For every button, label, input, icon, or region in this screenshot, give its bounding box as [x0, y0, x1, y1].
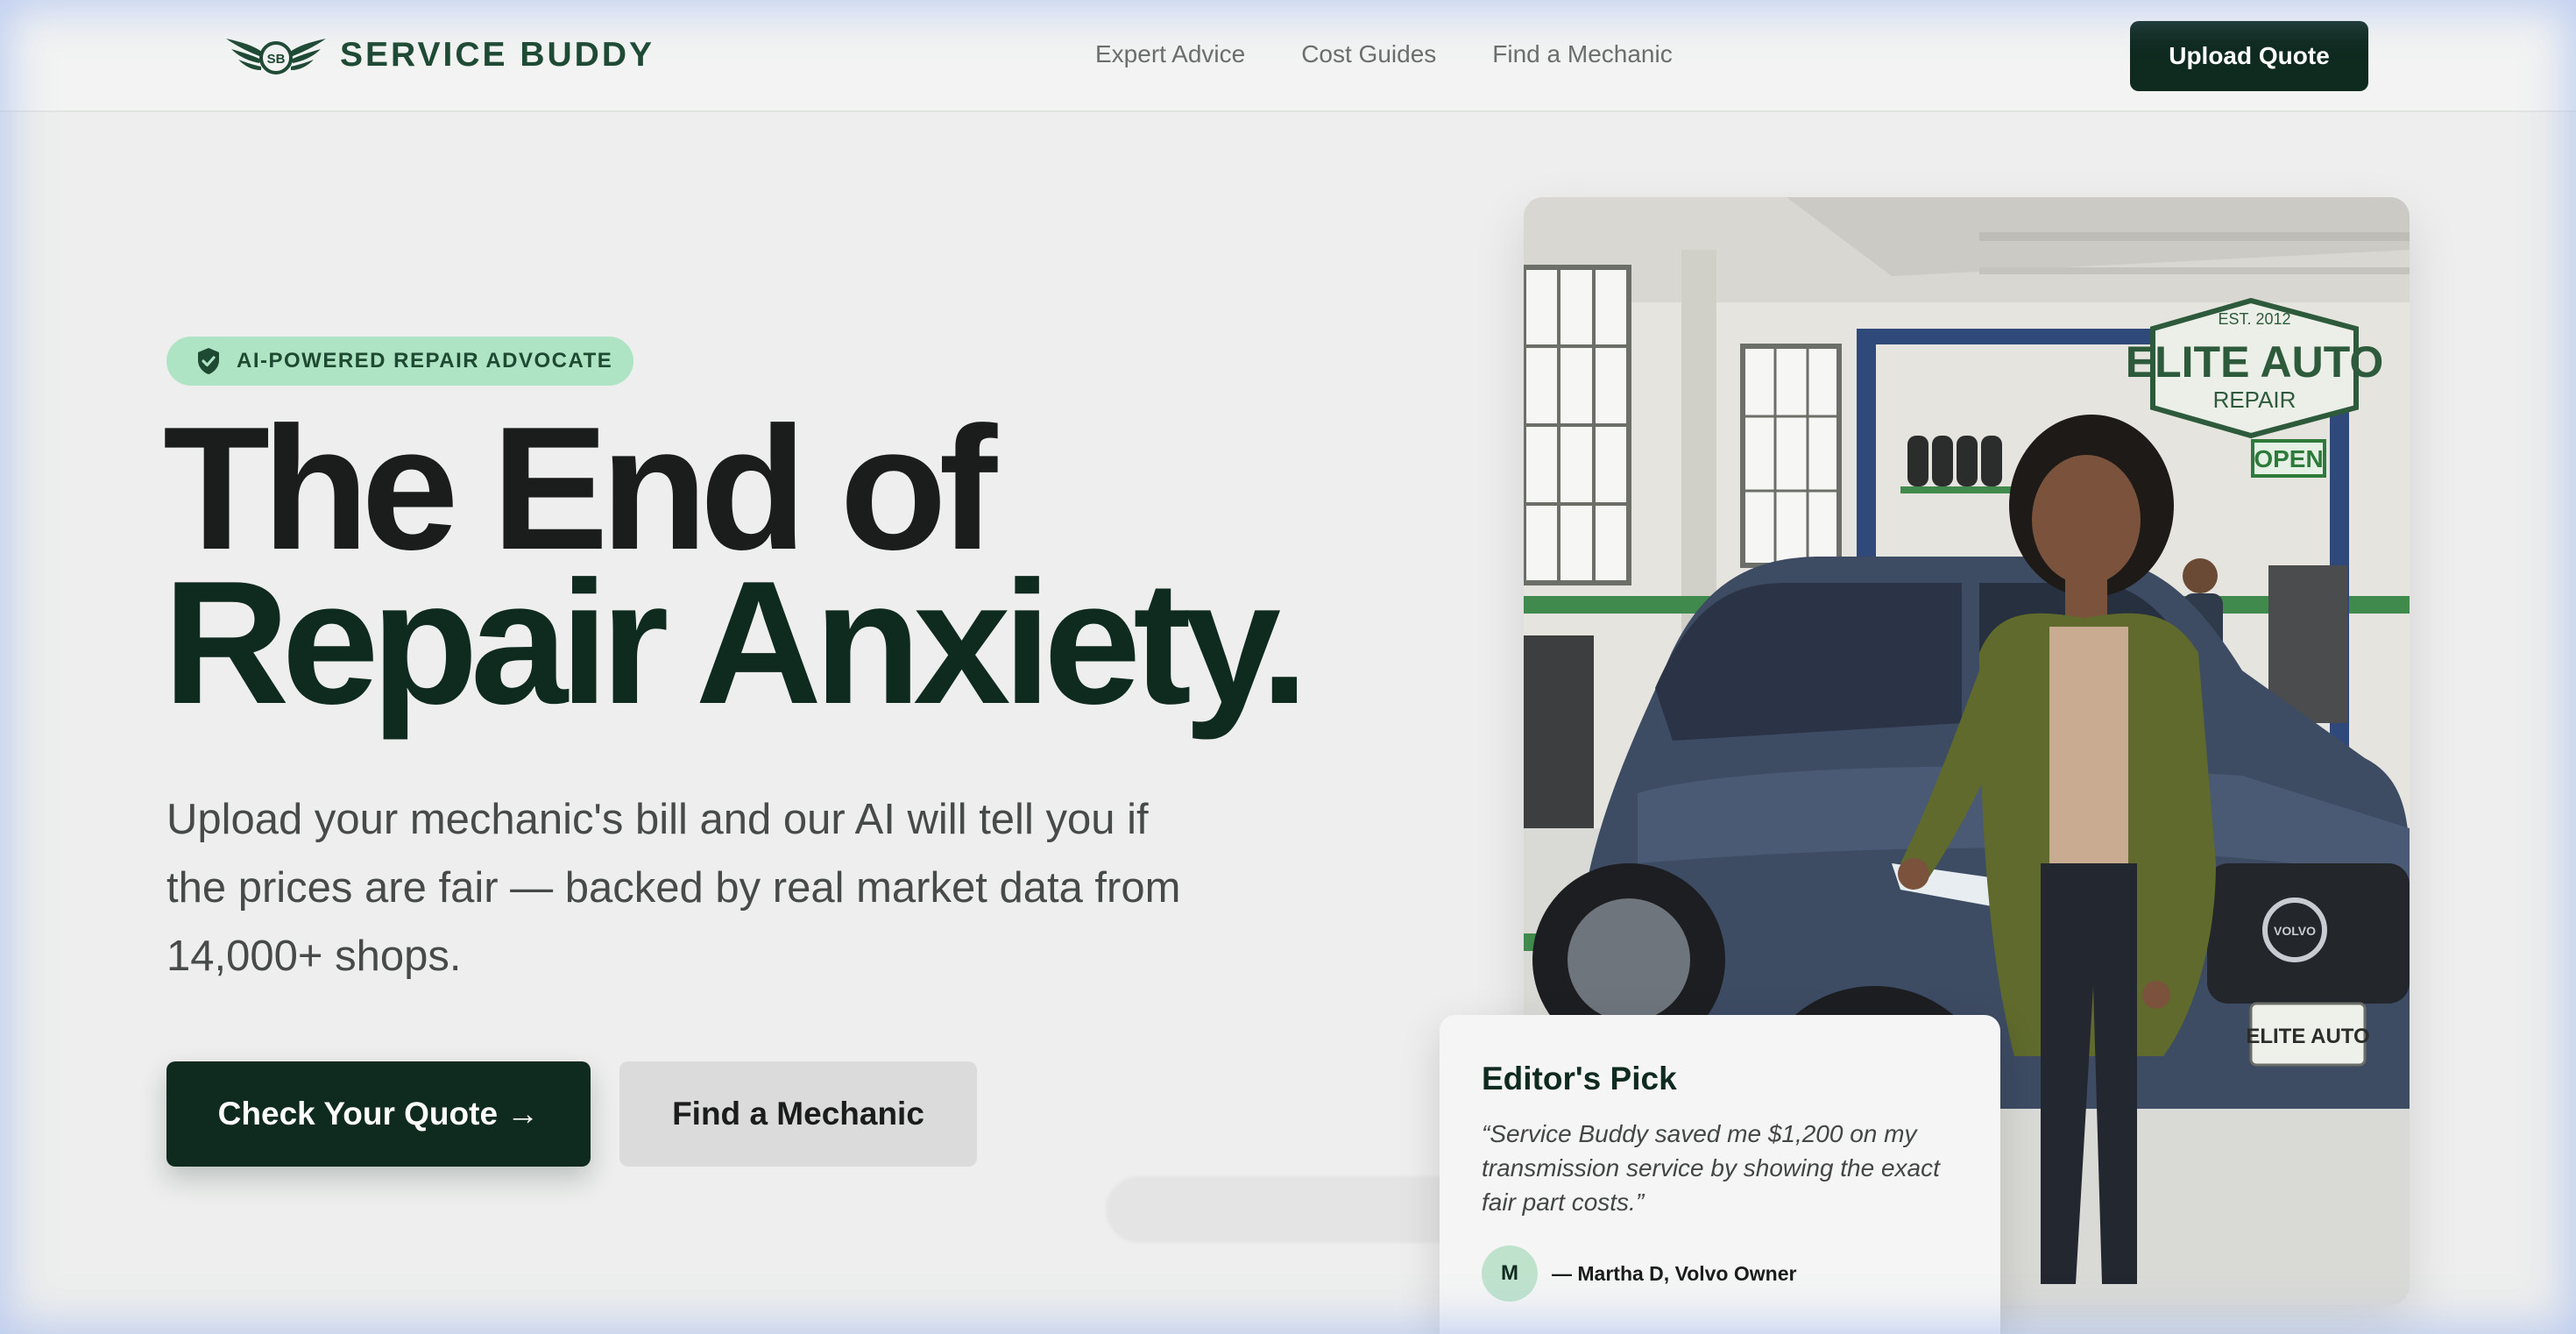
svg-text:OPEN: OPEN [2254, 445, 2323, 472]
avatar: M [1482, 1245, 1538, 1302]
nav-link-find-mechanic[interactable]: Find a Mechanic [1492, 40, 1672, 68]
editors-pick-card: Editor's Pick “Service Buddy saved me $1… [1440, 1015, 2000, 1334]
nav-link-cost-guides[interactable]: Cost Guides [1301, 40, 1436, 68]
find-a-mechanic-button[interactable]: Find a Mechanic [619, 1061, 977, 1167]
hero-badge: AI-POWERED REPAIR ADVOCATE [166, 337, 633, 386]
shield-check-icon [198, 348, 219, 374]
faded-pill [1106, 1176, 1468, 1243]
top-nav: SB SERVICE BUDDY Expert Advice Cost Guid… [0, 0, 2576, 112]
author-name: — Martha D, Volvo Owner [1552, 1261, 1797, 1285]
hero-headline-line1: The End of [163, 391, 997, 586]
hero-badge-label: AI-POWERED REPAIR ADVOCATE [237, 349, 613, 373]
testimonial-author: M — Martha D, Volvo Owner [1482, 1245, 1958, 1302]
brand-logo[interactable]: SB SERVICE BUDDY [224, 30, 655, 81]
hero-subtext: Upload your mechanic's bill and our AI w… [166, 796, 1181, 980]
svg-text:ELITE AUTO: ELITE AUTO [2246, 1025, 2369, 1048]
nav-link-expert-advice[interactable]: Expert Advice [1095, 40, 1245, 68]
svg-text:EST. 2012: EST. 2012 [2218, 310, 2290, 328]
svg-text:VOLVO: VOLVO [2274, 924, 2316, 938]
upload-quote-button[interactable]: Upload Quote [2130, 21, 2368, 91]
winged-badge-icon: SB [226, 39, 326, 75]
testimonial-quote: “Service Buddy saved me $1,200 on my tra… [1482, 1120, 1940, 1216]
svg-text:ELITE AUTO: ELITE AUTO [2126, 337, 2383, 387]
svg-text:REPAIR: REPAIR [2213, 387, 2296, 413]
check-your-quote-button[interactable]: Check Your Quote → [166, 1061, 591, 1167]
nav-links: Expert Advice Cost Guides Find a Mechani… [1095, 40, 1673, 68]
hero-headline-line2: Repair Anxiety. [163, 545, 1309, 741]
hero-headline: The End of Repair Anxiety. [163, 391, 1309, 741]
editors-pick-title: Editor's Pick [1482, 1061, 1677, 1096]
brand-name: SERVICE BUDDY [340, 36, 655, 74]
svg-text:SB: SB [267, 52, 286, 67]
